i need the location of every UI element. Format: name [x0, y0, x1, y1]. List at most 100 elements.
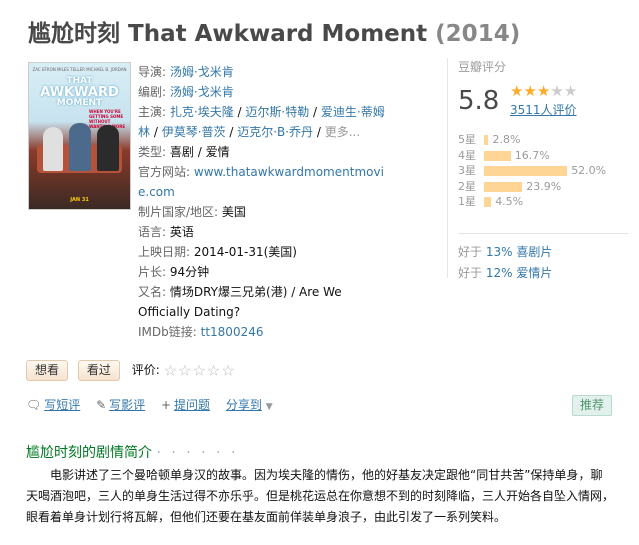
- dist-row-4: 4星 16.7%: [458, 148, 628, 164]
- dist-label: 1星: [458, 195, 476, 208]
- poster-names: ZAC EFRON MILES TELLER MICHAEL B. JORDAN: [32, 67, 127, 72]
- votes-link[interactable]: 3511人评价: [510, 101, 577, 118]
- release-value: 2014-01-31(美国): [193, 245, 297, 259]
- chevron-down-icon[interactable]: ▼: [266, 402, 273, 412]
- rating-panel: 豆瓣评分 5.8 ★★★★★ 3511人评价 5星 2.8% 4星 16.7% 3星…: [447, 58, 628, 280]
- want-button[interactable]: 想看: [26, 360, 69, 381]
- page-title: 尴尬时刻 That Awkward Moment (2014): [28, 14, 520, 48]
- tool-links: 🗨 写短评 ✎ 写影评 + 提问题 分享到 ▼: [26, 396, 273, 413]
- country-label: 制片国家/地区:: [138, 205, 219, 219]
- rating-score: 5.8: [458, 86, 500, 116]
- site-label: 官方网站:: [138, 165, 191, 179]
- better-than-comedy: 好于 13% 喜剧片: [458, 242, 628, 263]
- aka-value: 情场DRY爆三兄弟(港) / Are We Officially Dating?: [138, 285, 342, 319]
- better-genre-link[interactable]: 喜剧片: [516, 245, 552, 259]
- cast-label: 主演:: [138, 105, 167, 119]
- movie-info: 导演: 汤姆·戈米肯 编剧: 汤姆·戈米肯 主演: 扎克·埃夫隆 / 迈尔斯·特…: [138, 62, 390, 342]
- better-than-romance: 好于 12% 爱情片: [458, 263, 628, 284]
- title-en: That Awkward Moment: [128, 21, 428, 47]
- poster-title: THAT AWKWARD MOMENT: [29, 77, 130, 108]
- seen-button[interactable]: 看过: [77, 360, 120, 381]
- poster-figure-2: [69, 123, 91, 171]
- imdb-link[interactable]: tt1800246: [201, 325, 264, 339]
- poster-figure-3: [97, 125, 119, 171]
- star-empty-icon: ★: [550, 82, 564, 100]
- ask-link[interactable]: 提问题: [174, 398, 210, 412]
- plus-icon: +: [160, 398, 172, 412]
- better-than: 好于 13% 喜剧片 好于 12% 爱情片: [458, 233, 628, 284]
- genre-2: 爱情: [205, 145, 230, 159]
- dist-pct: 16.7%: [514, 148, 550, 162]
- writer-link[interactable]: 汤姆·戈米肯: [170, 85, 234, 99]
- star-filled-icon: ★: [523, 82, 537, 100]
- rating-header: 豆瓣评分: [458, 60, 507, 74]
- director-row: 导演: 汤姆·戈米肯: [138, 62, 390, 82]
- better-pct-link[interactable]: 12%: [486, 266, 513, 280]
- comment-icon: 🗨: [26, 398, 42, 412]
- poster-date: JAN 31: [70, 197, 89, 203]
- better-pct-link[interactable]: 13%: [486, 245, 513, 259]
- dist-label: 2星: [458, 179, 476, 193]
- synopsis-text: 电影讲述了三个曼哈顿单身汉的故事。因为埃夫隆的情伤，他的好基友决定跟他“同甘共苦…: [26, 468, 615, 524]
- runtime-label: 片长:: [138, 265, 167, 279]
- writer-label: 编剧:: [138, 85, 167, 99]
- dist-pct: 2.8%: [492, 133, 521, 146]
- dist-row-2: 2星 23.9%: [458, 179, 628, 195]
- review-link[interactable]: 写影评: [109, 398, 145, 412]
- synopsis-title: 尴尬时刻的剧情简介 · · · · · ·: [26, 442, 238, 462]
- synopsis-title-text: 尴尬时刻的剧情简介: [26, 445, 152, 461]
- release-row: 上映日期: 2014-01-31(美国): [138, 242, 390, 262]
- genre-label: 类型:: [138, 145, 167, 159]
- pencil-icon: ✎: [96, 398, 107, 412]
- imdb-row: IMDb链接: tt1800246: [138, 322, 390, 342]
- action-bar: 想看 看过 评价: ☆☆☆☆☆: [26, 360, 236, 381]
- recommend-button[interactable]: 推荐: [572, 395, 613, 416]
- rating-stars: ★★★★★: [510, 82, 577, 100]
- rate-stars-input[interactable]: ☆☆☆☆☆: [164, 362, 236, 380]
- dist-bar: [484, 197, 492, 207]
- dist-pct: 4.5%: [495, 195, 524, 208]
- cast-link-2[interactable]: 迈尔斯·特勒: [245, 105, 309, 119]
- dist-label: 5星: [458, 133, 476, 146]
- share-dropdown[interactable]: 分享到: [226, 398, 262, 412]
- dist-pct: 23.9%: [526, 179, 562, 193]
- imdb-label: IMDb链接:: [138, 325, 197, 339]
- better-genre-link[interactable]: 爱情片: [516, 266, 552, 280]
- language-value: 英语: [169, 225, 194, 239]
- dist-label: 3星: [458, 164, 476, 177]
- cast-link-1[interactable]: 扎克·埃夫隆: [170, 105, 234, 119]
- release-label: 上映日期:: [138, 245, 191, 259]
- director-link[interactable]: 汤姆·戈米肯: [170, 65, 234, 79]
- synopsis-dots: · · · · · ·: [156, 445, 239, 461]
- aka-row: 又名: 情场DRY爆三兄弟(港) / Are We Officially Dat…: [138, 282, 390, 322]
- dist-pct: 52.0%: [571, 164, 607, 177]
- poster-figure-1: [43, 127, 63, 171]
- dist-row-5: 5星 2.8%: [458, 132, 628, 148]
- rating-distribution: 5星 2.8% 4星 16.7% 3星 52.0% 2星 23.9% 1星 4.5%: [458, 132, 628, 210]
- runtime-row: 片长: 94分钟: [138, 262, 390, 282]
- dist-bar: [484, 150, 511, 161]
- dist-bar: [484, 181, 523, 192]
- cast-link-5[interactable]: 迈克尔·B·乔丹: [237, 125, 313, 139]
- short-review-link[interactable]: 写短评: [44, 398, 80, 412]
- country-value: 美国: [221, 205, 246, 219]
- star-filled-icon: ★: [510, 82, 524, 100]
- movie-poster[interactable]: ZAC EFRON MILES TELLER MICHAEL B. JORDAN…: [28, 62, 131, 210]
- cast-more-link[interactable]: 更多...: [325, 125, 360, 139]
- director-label: 导演:: [138, 65, 167, 79]
- language-row: 语言: 英语: [138, 222, 390, 242]
- title-cn: 尴尬时刻: [28, 21, 120, 47]
- genre-1: 喜剧: [169, 145, 194, 159]
- dist-label: 4星: [458, 148, 476, 162]
- country-row: 制片国家/地区: 美国: [138, 202, 390, 222]
- genre-row: 类型: 喜剧 / 爱情: [138, 145, 230, 159]
- poster-line3: MOMENT: [56, 98, 103, 108]
- star-empty-icon: ★: [563, 82, 578, 100]
- language-label: 语言:: [138, 225, 167, 239]
- better-prefix: 好于: [458, 266, 483, 280]
- cast-link-4[interactable]: 伊莫琴·普茨: [162, 125, 226, 139]
- runtime-value: 94分钟: [169, 265, 210, 279]
- title-year: (2014): [435, 21, 521, 47]
- dist-bar: [484, 135, 489, 145]
- dist-bar: [484, 166, 568, 176]
